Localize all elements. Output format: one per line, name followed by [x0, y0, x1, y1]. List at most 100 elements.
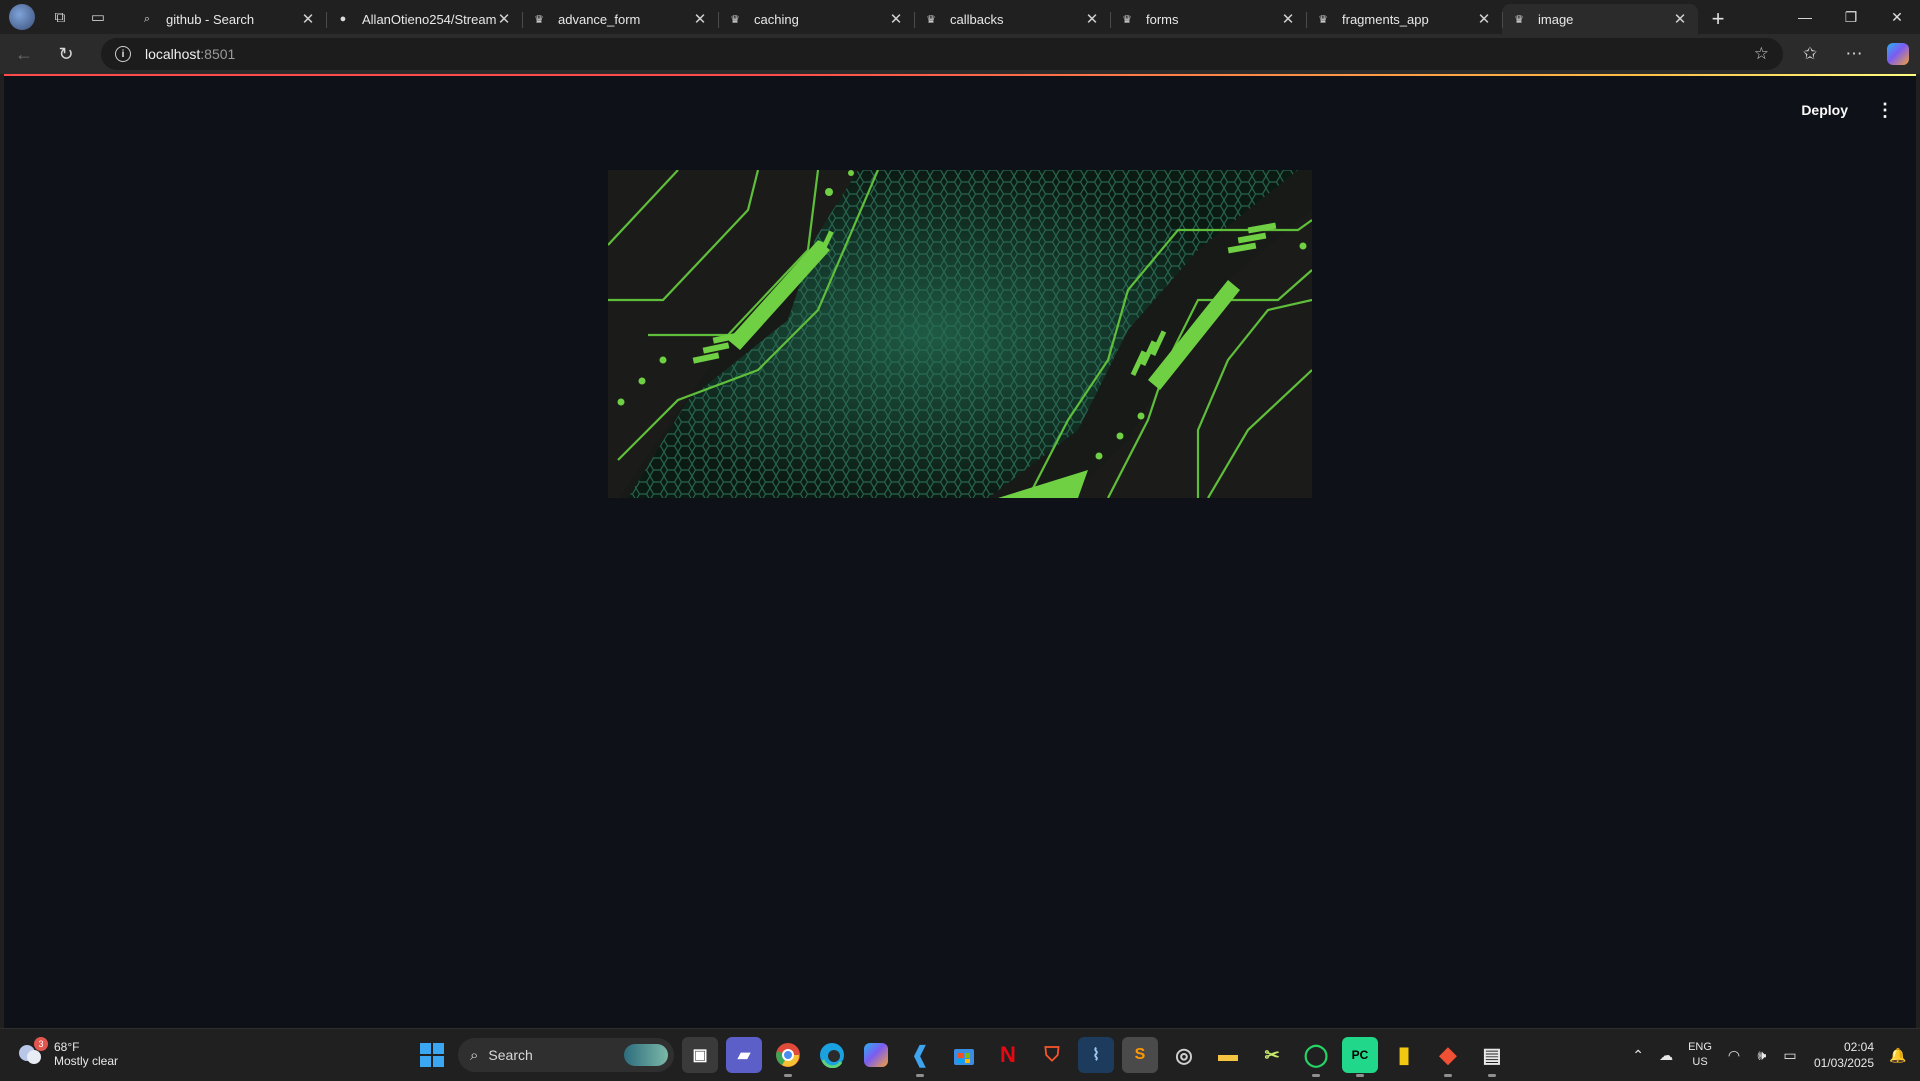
new-tab-button[interactable]: + — [1698, 4, 1738, 34]
refresh-button[interactable]: ↻ — [48, 38, 84, 70]
tab-advance-form[interactable]: ♛ advance_form ✕ — [522, 4, 718, 34]
volume-icon[interactable]: 🕪 — [1748, 1047, 1776, 1064]
main-menu-icon[interactable]: ⋮ — [1876, 100, 1894, 121]
address-bar[interactable]: i localhost:8501 ☆ — [101, 38, 1783, 70]
close-icon[interactable]: ✕ — [692, 10, 708, 28]
displayed-image — [608, 170, 1312, 498]
url-port: :8501 — [200, 46, 235, 62]
streamlit-icon: ♛ — [1316, 13, 1330, 26]
tab-label: fragments_app — [1342, 12, 1476, 27]
tab-label: forms — [1146, 12, 1280, 27]
pycharm-icon[interactable]: PC — [1342, 1037, 1378, 1073]
search-highlight-image — [624, 1044, 668, 1066]
file-explorer-icon[interactable]: ▬ — [1210, 1037, 1246, 1073]
taskbar-apps: ⌕ Search ▣ ▰ ❰ N ⛉ ⌇ S ◎ ▬ ✂ ◯ PC ▮ ◆ ▤ — [414, 1037, 1510, 1073]
close-icon[interactable]: ✕ — [1280, 10, 1296, 28]
chevron-up-icon[interactable]: ⌃ — [1624, 1047, 1652, 1064]
git-icon[interactable]: ◆ — [1430, 1037, 1466, 1073]
more-menu-icon[interactable]: ⋯ — [1832, 44, 1876, 64]
tab-callbacks[interactable]: ♛ callbacks ✕ — [914, 4, 1110, 34]
clock[interactable]: 02:04 01/03/2025 — [1814, 1039, 1874, 1071]
copilot-glyph — [864, 1043, 888, 1067]
battery-icon[interactable]: ▭ — [1776, 1047, 1804, 1064]
obs-icon[interactable]: ◎ — [1166, 1037, 1202, 1073]
tab-github-search[interactable]: ⌕ github - Search ✕ — [130, 4, 326, 34]
start-button[interactable] — [414, 1037, 450, 1073]
tab-fragments-app[interactable]: ♛ fragments_app ✕ — [1306, 4, 1502, 34]
close-icon[interactable]: ✕ — [300, 10, 316, 28]
clock-date: 01/03/2025 — [1814, 1055, 1874, 1071]
minimize-button[interactable]: — — [1782, 0, 1828, 34]
search-icon: ⌕ — [140, 13, 154, 26]
copilot-button[interactable] — [1876, 43, 1920, 65]
notepad-icon[interactable]: ▤ — [1474, 1037, 1510, 1073]
sublime-icon[interactable]: S — [1122, 1037, 1158, 1073]
tab-label: github - Search — [166, 12, 300, 27]
brave-icon[interactable]: ⛉ — [1034, 1037, 1070, 1073]
nav-right-controls: ✩ ⋯ — [1788, 34, 1920, 74]
back-button[interactable]: ← — [6, 38, 42, 70]
taskbar-search-label: Search — [488, 1047, 532, 1063]
deploy-button[interactable]: Deploy — [1793, 96, 1856, 124]
task-view-icon[interactable]: ▣ — [682, 1037, 718, 1073]
close-icon[interactable]: ✕ — [496, 10, 512, 28]
whatsapp-icon[interactable]: ◯ — [1298, 1037, 1334, 1073]
weather-icon: 3 — [16, 1039, 46, 1069]
close-icon[interactable]: ✕ — [1672, 10, 1688, 28]
window-controls: — ❐ ✕ — [1782, 0, 1920, 34]
vertical-tabs-icon[interactable]: ▭ — [84, 3, 112, 31]
streamlit-decoration-bar — [4, 74, 1916, 76]
browser-navbar: ← ↻ i localhost:8501 ☆ ✩ ⋯ — [0, 34, 1920, 74]
tab-label: AllanOtieno254/Streamlit — [362, 12, 496, 27]
favorites-icon[interactable]: ✩ — [1788, 44, 1832, 64]
language-indicator[interactable]: ENG US — [1688, 1040, 1712, 1070]
streamlit-app: Deploy ⋮ — [4, 74, 1916, 1028]
netflix-icon[interactable]: N — [990, 1037, 1026, 1073]
browser-titlebar: ⧉ ▭ ⌕ github - Search ✕ ● AllanOtieno254… — [0, 0, 1920, 34]
tab-strip: ⌕ github - Search ✕ ● AllanOtieno254/Str… — [130, 0, 1738, 34]
streamlit-icon: ♛ — [1512, 13, 1526, 26]
notification-bell-icon[interactable]: 🔔 — [1884, 1047, 1912, 1064]
weather-temp: 68°F — [54, 1040, 118, 1054]
url-host: localhost — [145, 46, 200, 62]
favorite-star-icon[interactable]: ☆ — [1754, 44, 1769, 64]
tab-forms[interactable]: ♛ forms ✕ — [1110, 4, 1306, 34]
ssms-icon[interactable]: ⌇ — [1078, 1037, 1114, 1073]
lang-line2: US — [1688, 1055, 1712, 1070]
streamlit-icon: ♛ — [728, 13, 742, 26]
system-tray: ⌃ ☁ ENG US ◠ 🕪 ▭ 02:04 01/03/2025 🔔 — [1624, 1029, 1920, 1081]
tab-image[interactable]: ♛ image ✕ — [1502, 4, 1698, 34]
close-icon[interactable]: ✕ — [1476, 10, 1492, 28]
copilot-app-icon[interactable] — [858, 1037, 894, 1073]
lang-line1: ENG — [1688, 1040, 1712, 1055]
streamlit-icon: ♛ — [532, 13, 546, 26]
wifi-icon[interactable]: ◠ — [1720, 1047, 1748, 1064]
teams-icon[interactable]: ▰ — [726, 1037, 762, 1073]
tab-label: caching — [754, 12, 888, 27]
site-info-icon[interactable]: i — [115, 46, 131, 62]
tab-label: advance_form — [558, 12, 692, 27]
close-icon[interactable]: ✕ — [888, 10, 904, 28]
tab-allanotieno-streamlit[interactable]: ● AllanOtieno254/Streamlit ✕ — [326, 4, 522, 34]
close-window-button[interactable]: ✕ — [1874, 0, 1920, 34]
vscode-icon[interactable]: ❰ — [902, 1037, 938, 1073]
taskbar-search[interactable]: ⌕ Search — [458, 1038, 674, 1072]
copilot-icon — [1887, 43, 1909, 65]
tab-caching[interactable]: ♛ caching ✕ — [718, 4, 914, 34]
snipping-tool-icon[interactable]: ✂ — [1254, 1037, 1290, 1073]
avatar — [9, 4, 35, 30]
weather-badge: 3 — [34, 1037, 48, 1051]
power-bi-icon[interactable]: ▮ — [1386, 1037, 1422, 1073]
tab-label: image — [1538, 12, 1672, 27]
workspaces-icon[interactable]: ⧉ — [46, 3, 74, 31]
close-icon[interactable]: ✕ — [1084, 10, 1100, 28]
onedrive-icon[interactable]: ☁ — [1652, 1047, 1680, 1064]
weather-widget[interactable]: 3 68°F Mostly clear — [16, 1039, 118, 1069]
restore-button[interactable]: ❐ — [1828, 0, 1874, 34]
profile-avatar[interactable] — [8, 3, 36, 31]
chrome-icon[interactable] — [770, 1037, 806, 1073]
edge-icon[interactable] — [814, 1037, 850, 1073]
store-icon[interactable] — [946, 1037, 982, 1073]
clock-time: 02:04 — [1814, 1039, 1874, 1055]
streamlit-icon: ♛ — [1120, 13, 1134, 26]
